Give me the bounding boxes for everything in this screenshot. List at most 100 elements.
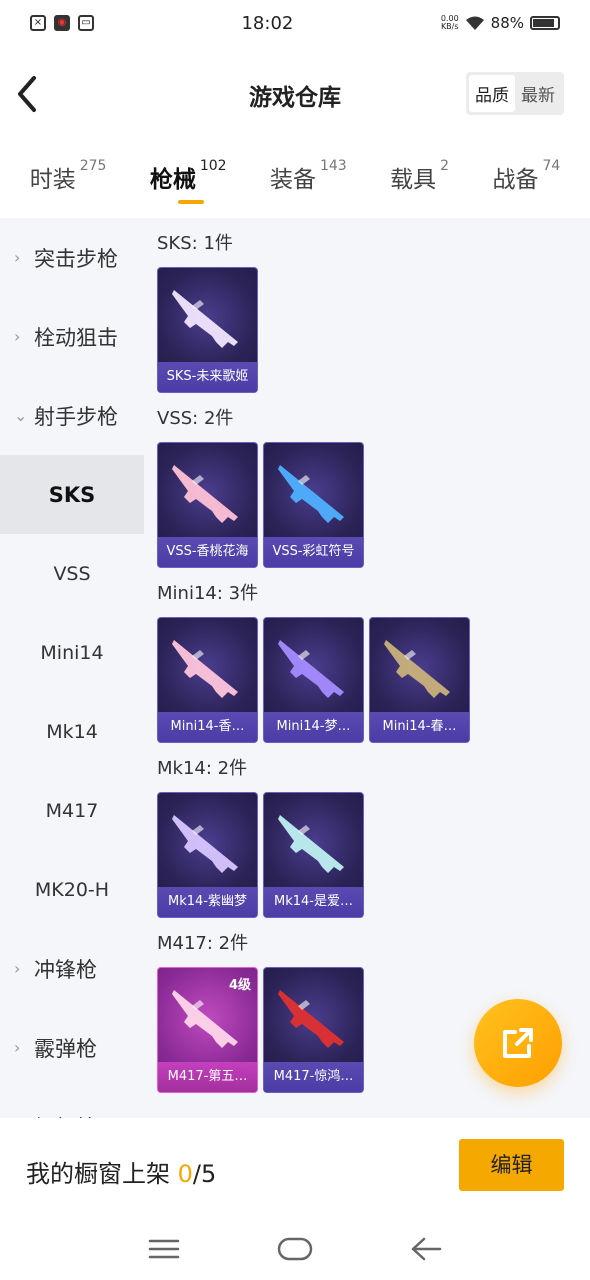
- weapon-card-label: Mini14-香…: [158, 712, 257, 742]
- weapon-card[interactable]: Mini14-春…: [369, 617, 470, 743]
- chevron-down-icon: ⌄: [14, 406, 28, 425]
- sidebar-item-label: SKS: [48, 482, 96, 507]
- showcase-bar: 我的橱窗上架 0/5 编辑: [0, 1118, 590, 1218]
- weapon-card-label: M417-第五…: [158, 1062, 257, 1092]
- status-time: 18:02: [241, 12, 294, 34]
- menu-icon[interactable]: [148, 1237, 180, 1261]
- tab-supplies[interactable]: 战备74: [492, 150, 560, 212]
- sidebar-item[interactable]: MK20-H: [0, 850, 144, 929]
- weapon-card[interactable]: VSS-香桃花海: [157, 442, 258, 568]
- weapon-image: [278, 640, 344, 698]
- status-bar: × ◉ ▭ 18:02 0.00 KB/s 88%: [0, 0, 590, 46]
- weapon-image: [278, 815, 344, 873]
- weapon-card[interactable]: Mk14-是爱…: [263, 792, 364, 918]
- weapon-card-label: Mk14-紫幽梦: [158, 887, 257, 917]
- sidebar-item[interactable]: VSS: [0, 534, 144, 613]
- sort-newest-button[interactable]: 最新: [515, 75, 561, 112]
- share-external-icon: [503, 1028, 533, 1058]
- active-tab-indicator: [177, 200, 204, 204]
- tab-label: 装备: [269, 167, 316, 193]
- sidebar-item-label: Mini14: [40, 641, 104, 664]
- group-title: SKS: 1件: [157, 233, 233, 254]
- level-badge: 4级: [228, 978, 251, 993]
- chevron-right-icon: ›: [14, 248, 21, 267]
- share-fab[interactable]: [474, 999, 562, 1087]
- tab-count: 143: [319, 158, 347, 174]
- weapon-card[interactable]: Mini14-香…: [157, 617, 258, 743]
- sim-card-icon: ▭: [78, 15, 94, 31]
- battery-percent: 88%: [490, 14, 524, 32]
- group-title: M417: 2件: [157, 933, 249, 954]
- group-title: VSS: 2件: [157, 408, 234, 429]
- tab-count: 2: [440, 158, 450, 174]
- weapon-image: [172, 290, 238, 348]
- sidebar-item-label: M417: [45, 799, 99, 822]
- chevron-right-icon: ›: [14, 327, 21, 346]
- category-tabs: 时装275 枪械102 装备143 载具2 战备74: [0, 150, 590, 212]
- tab-label: 枪械: [149, 167, 196, 193]
- group-title: Mini14: 3件: [157, 583, 259, 604]
- weapon-image: [384, 640, 450, 698]
- showcase-label: 我的橱窗上架 0/5: [26, 1154, 216, 1189]
- weapon-type-sidebar: › 突击步枪 › 栓动狙击 ⌄ 射手步枪 SKS VSS Mini14 Mk14 M417 MK20-…: [0, 218, 144, 1118]
- card-row: VSS-香桃花海 VSS-彩虹符号: [157, 442, 590, 568]
- sidebar-item-label: 栓动狙击: [34, 325, 118, 350]
- sidebar-item[interactable]: Mini14: [0, 613, 144, 692]
- sidebar-item[interactable]: Mk14: [0, 692, 144, 771]
- tab-label: 载具: [390, 167, 437, 193]
- status-right: 0.00 KB/s 88%: [441, 14, 560, 32]
- weapon-card[interactable]: Mk14-紫幽梦: [157, 792, 258, 918]
- tab-count: 102: [199, 158, 227, 174]
- battery-fill: [533, 19, 554, 27]
- sidebar-item[interactable]: ⌄ 射手步枪: [0, 376, 144, 455]
- sidebar-item[interactable]: › 突击步枪: [0, 218, 144, 297]
- sidebar-item[interactable]: › 霰弹枪: [0, 1008, 144, 1087]
- sidebar-item[interactable]: SKS: [0, 455, 144, 534]
- showcase-count-current: 0: [177, 1160, 193, 1188]
- sort-quality-button[interactable]: 品质: [469, 75, 515, 112]
- weapon-image: [278, 465, 344, 523]
- weapon-card-label: Mini14-春…: [370, 712, 469, 742]
- edit-button[interactable]: 编辑: [459, 1139, 564, 1191]
- sidebar-item-label: 突击步枪: [34, 246, 118, 271]
- weapon-card-label: Mini14-梦…: [264, 712, 363, 742]
- sort-toggle[interactable]: 品质 最新: [466, 72, 564, 115]
- weapon-image: [172, 815, 238, 873]
- header: 游戏仓库 品质 最新: [0, 46, 590, 142]
- net-speed-unit: KB/s: [440, 22, 459, 31]
- wifi-icon: [465, 16, 484, 30]
- card-row: Mini14-香… Mini14-梦… Mini14-春…: [157, 617, 590, 743]
- sidebar-item-label: 霰弹枪: [34, 1036, 97, 1061]
- weapon-card-label: VSS-彩虹符号: [264, 537, 363, 567]
- chevron-right-icon: ›: [14, 959, 21, 978]
- tab-weapons[interactable]: 枪械102: [150, 150, 227, 212]
- showcase-text: 我的橱窗上架: [26, 1160, 170, 1188]
- sidebar-item-label: 冲锋枪: [34, 957, 97, 982]
- weapon-card[interactable]: 4级 M417-第五…: [157, 967, 258, 1093]
- back-icon[interactable]: [410, 1236, 442, 1262]
- tab-equipment[interactable]: 装备143: [270, 150, 347, 212]
- close-box-icon: ×: [30, 15, 46, 31]
- weapon-card[interactable]: VSS-彩虹符号: [263, 442, 364, 568]
- weapon-card-label: VSS-香桃花海: [158, 537, 257, 567]
- sidebar-item[interactable]: ›轻机枪: [0, 1087, 144, 1119]
- battery-icon: [530, 16, 560, 30]
- sidebar-item[interactable]: › 栓动狙击: [0, 297, 144, 376]
- chevron-right-icon: ›: [14, 1038, 21, 1057]
- sidebar-item-label: VSS: [53, 562, 91, 585]
- sidebar-item[interactable]: › 冲锋枪: [0, 929, 144, 1008]
- weapon-card[interactable]: Mini14-梦…: [263, 617, 364, 743]
- sidebar-item[interactable]: M417: [0, 771, 144, 850]
- weapon-card[interactable]: SKS-未来歌姬: [157, 267, 258, 393]
- home-icon[interactable]: [277, 1236, 313, 1262]
- status-left-icons: × ◉ ▭: [30, 15, 94, 31]
- tab-vehicles[interactable]: 载具2: [390, 150, 449, 212]
- tab-count: 275: [79, 158, 107, 174]
- weapon-card[interactable]: M417-惊鸿…: [263, 967, 364, 1093]
- weapon-image: [278, 990, 344, 1048]
- tab-fashion[interactable]: 时装275: [30, 150, 107, 212]
- group-title: Mk14: 2件: [157, 758, 248, 779]
- tab-label: 战备: [492, 167, 539, 193]
- tab-label: 时装: [29, 167, 76, 193]
- showcase-count-total: /5: [192, 1160, 217, 1188]
